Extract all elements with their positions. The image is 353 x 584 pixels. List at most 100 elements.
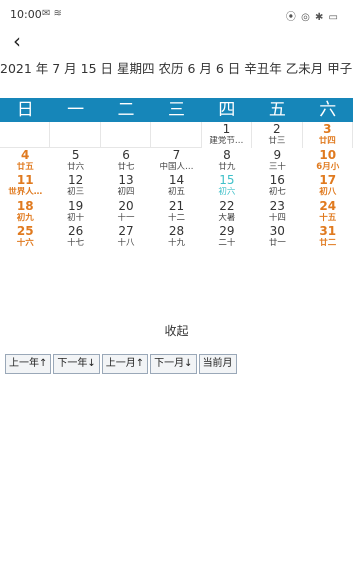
calendar-week-row: 1 建党节… 2 廿三 3 廿四	[0, 122, 353, 148]
weekday-label: 三	[167, 100, 185, 120]
calendar-day-cell[interactable]: 8 廿九	[202, 148, 252, 174]
lunar-date: 十二	[167, 212, 185, 223]
calendar-week-row: 25 十六 26 十七 27 十八 28 十九 29 二十 30 廿一 31 廿二	[0, 224, 353, 250]
lunar-date: 初九	[16, 212, 34, 223]
next-month-button[interactable]: 下一月↓	[150, 354, 197, 374]
calendar-day-cell[interactable]: 22 大暑	[202, 199, 252, 225]
calendar-day-cell[interactable]: 7 中国人…	[151, 148, 201, 174]
calendar-day-cell[interactable]: 18 初九	[0, 199, 50, 225]
lunar-date: 三十	[268, 161, 286, 172]
day-number: 2	[273, 122, 281, 136]
calendar-day-cell[interactable]: 12 初三	[50, 173, 100, 199]
calendar-day-cell[interactable]: 5 廿六	[50, 148, 100, 174]
lunar-date: 世界人…	[8, 187, 43, 198]
lunar-date: 初四	[117, 187, 135, 198]
lunar-date: 廿二	[319, 238, 337, 249]
lunar-date: 初五	[167, 187, 185, 198]
lunar-date: 廿三	[268, 136, 286, 146]
calendar-day-cell[interactable]: 10 6月小	[303, 148, 353, 174]
calendar-week-row: 4 廿五 5 廿六 6 廿七 7 中国人… 8 廿九 9 三十 10 6月小	[0, 148, 353, 174]
lunar-date: 廿六	[67, 161, 85, 172]
lunar-date: 大暑	[218, 212, 236, 223]
calendar-day-cell[interactable]: 23 十四	[252, 199, 302, 225]
day-number: 7	[172, 147, 181, 162]
lunar-date: 廿七	[117, 161, 135, 172]
day-number: 11	[16, 173, 34, 188]
lunar-date: 初十	[67, 212, 85, 223]
calendar-day-cell[interactable]: 19 初十	[50, 199, 100, 225]
next-year-button[interactable]: 下一年↓	[53, 354, 100, 374]
day-number: 3	[323, 122, 332, 136]
lunar-date: 十六	[16, 238, 34, 249]
lunar-date: 中国人…	[159, 161, 194, 172]
day-number: 12	[67, 173, 84, 188]
calendar-day-cell[interactable]: 31 廿二	[303, 224, 353, 250]
calendar-day-cell[interactable]: 14 初五	[151, 173, 201, 199]
lunar-date: 十七	[67, 238, 85, 249]
calendar-day-cell[interactable]: 28 十九	[151, 224, 201, 250]
calendar-grid: 1 建党节… 2 廿三 3 廿四 4 廿五 5 廿六 6 廿七 7 中国人… 8 廿九 9 三十 10 6月小 11 世界…	[0, 122, 353, 250]
day-number: 27	[118, 224, 134, 239]
lunar-date: 初七	[268, 187, 286, 198]
calendar-day-cell[interactable]: 4 廿五	[0, 148, 50, 174]
prev-year-button[interactable]: 上一年↑	[5, 354, 52, 374]
collapse-button[interactable]: 收起	[0, 322, 353, 339]
calendar: 日 一 二 三 四 五 六 1 建党节… 2 廿三 3 廿四 4 廿五 5 廿六 6 廿七 7 中国人… 8…	[0, 98, 353, 250]
calendar-day-cell[interactable]: 2 廿三	[252, 122, 303, 148]
day-number: 20	[118, 198, 134, 213]
calendar-day-cell[interactable]: 15 初六	[202, 173, 252, 199]
lunar-date: 十一	[117, 212, 135, 223]
lunar-date: 初三	[67, 187, 85, 198]
calendar-day-cell[interactable]: 20 十一	[101, 199, 151, 225]
lunar-date: 廿四	[318, 136, 336, 146]
calendar-day-cell[interactable]: 3 廿四	[303, 122, 353, 148]
calendar-day-cell[interactable]: 17 初八	[303, 173, 353, 199]
day-number: 15	[219, 173, 235, 188]
calendar-day-cell[interactable]: 21 十二	[151, 199, 201, 225]
lunar-date: 初六	[218, 187, 236, 198]
day-number: 10	[319, 147, 337, 162]
day-number: 14	[168, 173, 185, 188]
prev-month-button[interactable]: 上一月↑	[101, 354, 149, 374]
weekday-label: 六	[319, 100, 337, 120]
calendar-day-cell[interactable]: 11 世界人…	[0, 173, 50, 199]
current-date-info: 2021 年 7 月 15 日 星期四 农历 6 月 6 日 辛丑年 乙未月 甲…	[0, 61, 353, 76]
notification-icons: ✉ ≋	[42, 8, 62, 19]
calendar-day-cell[interactable]: 9 三十	[252, 148, 302, 174]
empty-day-cell	[100, 122, 152, 148]
calendar-day-cell[interactable]: 25 十六	[0, 224, 50, 250]
weekday-label: 日	[16, 100, 34, 120]
day-number: 18	[16, 198, 34, 213]
lunar-date: 二十	[218, 238, 236, 249]
day-number: 25	[16, 224, 34, 239]
day-number: 31	[319, 224, 337, 239]
lunar-date: 廿五	[16, 161, 34, 172]
calendar-day-cell[interactable]: 16 初七	[252, 173, 302, 199]
lunar-date: 十八	[117, 238, 135, 249]
day-number: 5	[71, 147, 80, 162]
weekday-label: 二	[117, 100, 135, 120]
calendar-day-cell[interactable]: 29 二十	[202, 224, 252, 250]
calendar-day-cell[interactable]: 27 十八	[101, 224, 151, 250]
day-number: 9	[273, 147, 282, 162]
day-number: 23	[269, 198, 285, 213]
day-number: 30	[269, 224, 285, 239]
navigation-buttons: 上一年↑ 下一年↓ 上一月↑ 下一月↓ 当前月	[5, 354, 239, 374]
calendar-day-cell[interactable]: 26 十七	[50, 224, 100, 250]
calendar-day-cell[interactable]: 30 廿一	[252, 224, 302, 250]
day-number: 21	[168, 198, 185, 213]
day-number: 1	[222, 122, 231, 136]
back-arrow-icon[interactable]: ‹	[6, 30, 28, 52]
calendar-day-cell[interactable]: 6 廿七	[101, 148, 151, 174]
calendar-day-cell[interactable]: 1 建党节…	[202, 122, 253, 148]
weekday-label: 五	[268, 100, 286, 120]
day-number: 29	[219, 224, 235, 239]
current-month-button[interactable]: 当前月	[198, 354, 237, 374]
lunar-date: 廿九	[218, 161, 236, 172]
day-number: 28	[168, 224, 185, 239]
calendar-day-cell[interactable]: 24 十五	[303, 199, 353, 225]
lunar-date: 6月小	[316, 161, 340, 172]
system-status-icons: ⦿ ◎ ✱ ▭	[285, 12, 339, 23]
day-number: 26	[67, 224, 84, 239]
calendar-day-cell[interactable]: 13 初四	[101, 173, 151, 199]
